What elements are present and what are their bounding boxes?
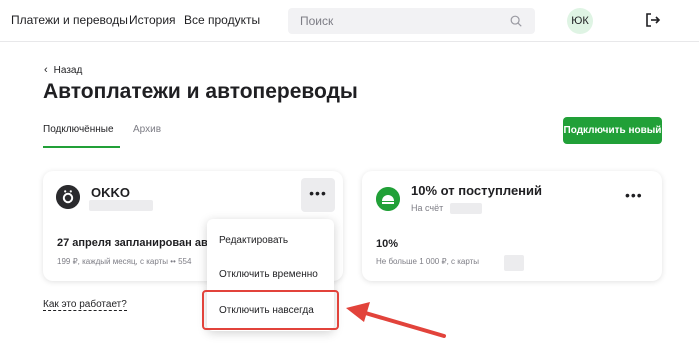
card-title: 10% от поступлений xyxy=(411,183,543,198)
okko-logo-icon xyxy=(56,185,80,209)
card-percent: 10% xyxy=(376,238,399,250)
more-options-button[interactable]: ••• xyxy=(301,178,335,212)
tab-connected[interactable]: Подключённые xyxy=(43,124,114,135)
nav-all-products-link[interactable]: Все продукты xyxy=(184,13,260,27)
search-input[interactable]: Поиск xyxy=(288,8,535,34)
piggy-bank-icon xyxy=(376,187,400,211)
how-it-works-link[interactable]: Как это работает? xyxy=(43,299,127,311)
back-link[interactable]: ‹ Назад xyxy=(44,64,82,76)
annotation-arrow-icon xyxy=(346,302,446,338)
autotransfer-card-income[interactable]: 10% от поступлений На счёт ••• 10% Не бо… xyxy=(362,171,662,281)
menu-item-edit[interactable]: Редактировать xyxy=(219,235,288,246)
redacted-field xyxy=(89,200,153,211)
nav-history-link[interactable]: История xyxy=(129,13,176,27)
tab-archive[interactable]: Архив xyxy=(133,124,161,135)
card-scheduled-text: 27 апреля запланирован ав xyxy=(57,237,208,249)
search-icon xyxy=(510,15,522,27)
card-details: 199 ₽, каждый месяц, с карты •• 554 xyxy=(57,257,192,266)
nav-payments-link[interactable]: Платежи и переводы xyxy=(11,13,128,27)
chevron-left-icon: ‹ xyxy=(44,64,48,76)
logout-icon[interactable] xyxy=(645,12,661,28)
highlight-frame xyxy=(202,290,339,330)
back-label: Назад xyxy=(53,65,83,76)
page-title: Автоплатежи и автопереводы xyxy=(43,80,358,103)
connect-new-button[interactable]: Подключить новый xyxy=(563,117,662,144)
avatar[interactable]: ЮК xyxy=(567,8,593,34)
top-navigation: Платежи и переводы История Все продукты … xyxy=(0,0,699,42)
redacted-field xyxy=(504,255,524,271)
more-options-button[interactable]: ••• xyxy=(625,187,643,203)
redacted-field xyxy=(450,203,482,214)
menu-item-pause[interactable]: Отключить временно xyxy=(219,269,318,280)
active-tab-indicator xyxy=(43,146,120,148)
card-title: OKKO xyxy=(91,185,130,200)
card-account-label: На счёт xyxy=(411,203,444,213)
card-limit: Не больше 1 000 ₽, с карты xyxy=(376,257,480,266)
search-placeholder: Поиск xyxy=(300,14,334,28)
